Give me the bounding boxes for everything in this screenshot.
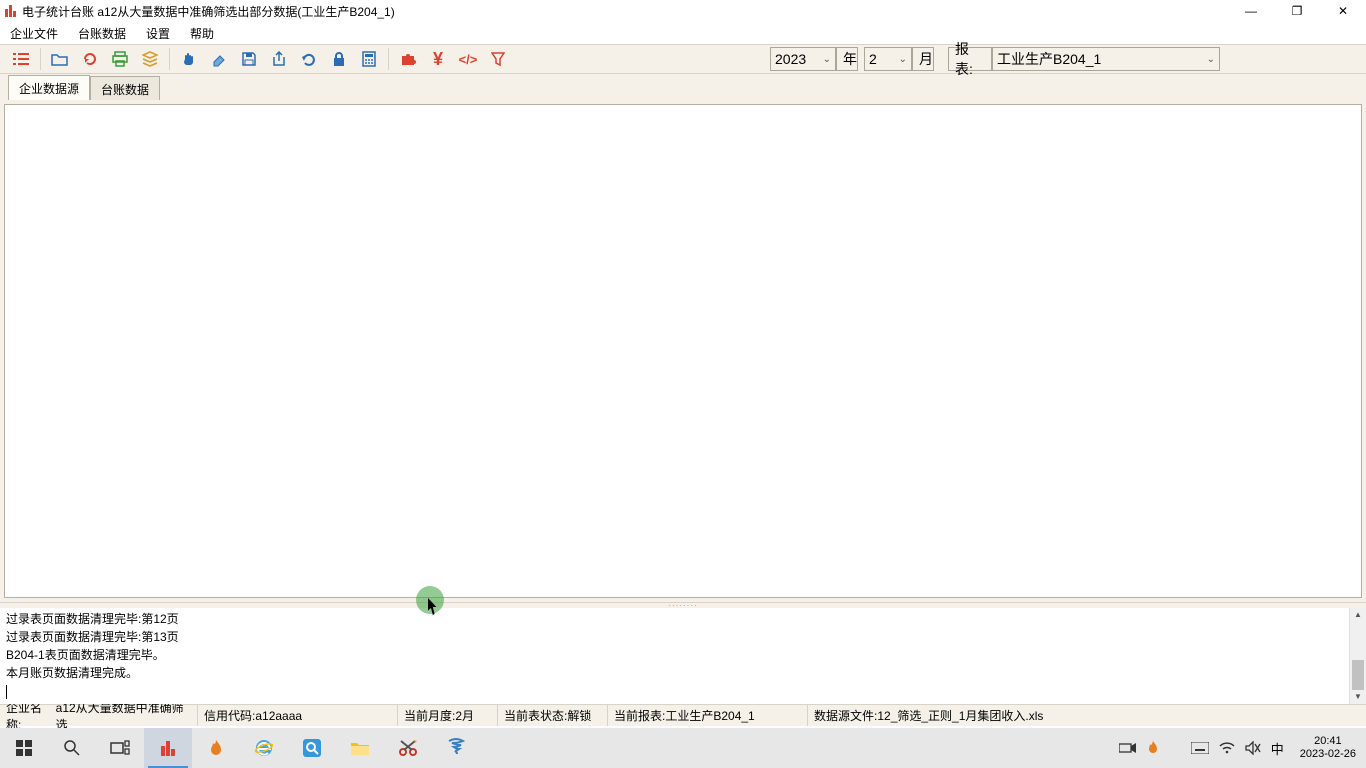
taskbar-flame-icon[interactable] [192, 728, 240, 768]
chevron-down-icon: ⌄ [1207, 54, 1215, 65]
menu-help[interactable]: 帮助 [184, 23, 220, 44]
year-value: 2023 [775, 51, 806, 67]
toolbar: ¥ </> 2023 ⌄ 年 2 ⌄ 月 报表: 工业生产B204_1 ⌄ [0, 44, 1366, 74]
start-button[interactable] [0, 728, 48, 768]
menu-ledger-data[interactable]: 台账数据 [72, 23, 132, 44]
code-icon[interactable]: </> [453, 45, 483, 73]
tray-keyboard-icon[interactable] [1191, 742, 1209, 754]
app-icon [4, 4, 18, 18]
close-button[interactable]: ✕ [1320, 0, 1366, 22]
layers-icon[interactable] [135, 45, 165, 73]
taskbar-snip-icon[interactable] [384, 728, 432, 768]
puzzle-icon[interactable] [393, 45, 423, 73]
taskbar-search-app-icon[interactable] [288, 728, 336, 768]
log-line: 本月账页数据清理完成。 [6, 664, 1360, 682]
tray-volume-icon[interactable] [1245, 741, 1261, 755]
tray-clock[interactable]: 20:41 2023-02-26 [1294, 735, 1362, 761]
status-source-file: 数据源文件: 12_筛选_正则_1月集团收入.xls [808, 705, 1366, 726]
menubar: 企业文件 台账数据 设置 帮助 [0, 22, 1366, 44]
eraser-icon[interactable] [204, 45, 234, 73]
taskbar: 中 20:41 2023-02-26 [0, 728, 1366, 768]
status-current-report: 当前报表: 工业生产B204_1 [608, 705, 808, 726]
tray-camera-icon[interactable] [1119, 742, 1137, 754]
system-tray: 中 20:41 2023-02-26 [1119, 735, 1366, 761]
save-icon[interactable] [234, 45, 264, 73]
chevron-down-icon: ⌄ [899, 54, 907, 65]
refresh-icon[interactable] [75, 45, 105, 73]
taskbar-app-current[interactable] [144, 728, 192, 768]
report-value: 工业生产B204_1 [997, 49, 1101, 69]
log-line: 过录表页面数据清理完毕:第12页 [6, 610, 1360, 628]
window-title: 电子统计台账 a12从大量数据中准确筛选出部分数据(工业生产B204_1) [22, 3, 395, 20]
menu-settings[interactable]: 设置 [140, 23, 176, 44]
month-suffix: 月 [912, 47, 934, 71]
data-grid[interactable] [4, 104, 1362, 598]
lock-icon[interactable] [324, 45, 354, 73]
month-value: 2 [869, 51, 877, 67]
search-icon[interactable] [48, 728, 96, 768]
tray-ime[interactable]: 中 [1271, 739, 1284, 758]
titlebar: 电子统计台账 a12从大量数据中准确筛选出部分数据(工业生产B204_1) — … [0, 0, 1366, 22]
report-label: 报表: [948, 47, 992, 71]
status-enterprise: 企业名称: a12从大量数据中准确筛选 [0, 705, 198, 726]
scroll-thumb[interactable] [1352, 660, 1364, 690]
calculator-icon[interactable] [354, 45, 384, 73]
taskbar-ie-icon[interactable] [240, 728, 288, 768]
content-area [0, 100, 1366, 602]
log-pane[interactable]: 过录表页面数据清理完毕:第12页 过录表页面数据清理完毕:第13页 B204-1… [0, 608, 1366, 704]
clock-date: 2023-02-26 [1300, 748, 1356, 761]
scroll-up-icon[interactable]: ▲ [1350, 608, 1366, 622]
open-icon[interactable] [45, 45, 75, 73]
month-select[interactable]: 2 ⌄ [864, 47, 912, 71]
filter-icon[interactable] [483, 45, 513, 73]
text-cursor [6, 685, 7, 699]
clock-time: 20:41 [1300, 735, 1356, 748]
undo-icon[interactable] [294, 45, 324, 73]
status-table-state: 当前表状态: 解锁 [498, 705, 608, 726]
scroll-down-icon[interactable]: ▼ [1350, 690, 1366, 704]
tray-flame-icon[interactable] [1147, 741, 1159, 755]
taskbar-explorer-icon[interactable] [336, 728, 384, 768]
task-view-icon[interactable] [96, 728, 144, 768]
statusbar: 企业名称: a12从大量数据中准确筛选 信用代码: a12aaaa 当前月度: … [0, 704, 1366, 726]
report-select[interactable]: 工业生产B204_1 ⌄ [992, 47, 1220, 71]
year-select[interactable]: 2023 ⌄ [770, 47, 836, 71]
log-line: B204-1表页面数据清理完毕。 [6, 646, 1360, 664]
maximize-button[interactable]: ❐ [1274, 0, 1320, 22]
tab-enterprise-source[interactable]: 企业数据源 [8, 75, 90, 101]
currency-icon[interactable]: ¥ [423, 45, 453, 73]
tray-wifi-icon[interactable] [1219, 742, 1235, 754]
menu-enterprise-file[interactable]: 企业文件 [4, 23, 64, 44]
export-icon[interactable] [264, 45, 294, 73]
print-icon[interactable] [105, 45, 135, 73]
status-credit-code: 信用代码: a12aaaa [198, 705, 398, 726]
list-icon[interactable] [6, 45, 36, 73]
minimize-button[interactable]: — [1228, 0, 1274, 22]
tabs: 企业数据源 台账数据 [0, 74, 1366, 100]
hand-icon[interactable] [174, 45, 204, 73]
log-line: 过录表页面数据清理完毕:第13页 [6, 628, 1360, 646]
chevron-down-icon: ⌄ [823, 54, 831, 65]
taskbar-tornado-icon[interactable] [432, 728, 480, 768]
year-suffix: 年 [836, 47, 858, 71]
tab-ledger-data[interactable]: 台账数据 [90, 76, 160, 101]
status-month: 当前月度: 2月 [398, 705, 498, 726]
scrollbar[interactable]: ▲ ▼ [1349, 608, 1366, 704]
